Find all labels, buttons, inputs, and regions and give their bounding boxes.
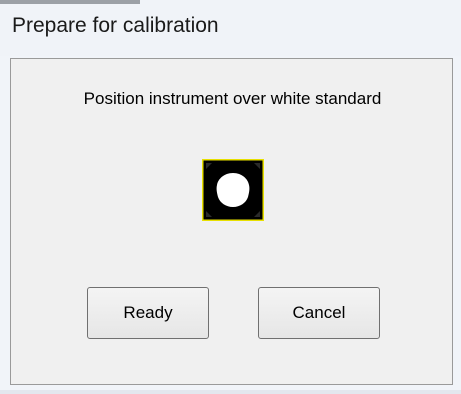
instruction-message: Position instrument over white standard — [83, 89, 382, 108]
window-bottom-edge — [0, 390, 461, 394]
title-bar[interactable]: Prepare for calibration — [0, 0, 461, 56]
title-bar-accent — [0, 0, 140, 4]
calibration-dialog-window: Prepare for calibration Position instrum… — [0, 0, 461, 394]
dialog-client-area: Position instrument over white standard … — [10, 58, 453, 385]
window-title: Prepare for calibration — [12, 14, 219, 37]
cancel-button[interactable]: Cancel — [258, 287, 380, 339]
instrument-over-white-standard-icon — [202, 159, 264, 221]
ready-button[interactable]: Ready — [87, 287, 209, 339]
